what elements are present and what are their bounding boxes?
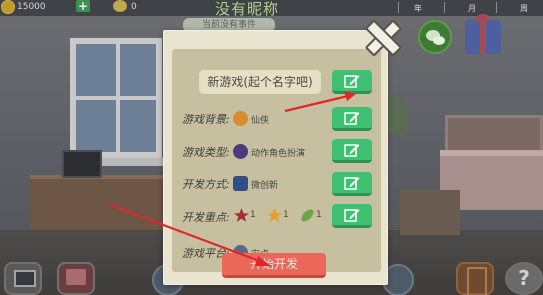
- edit-name-button[interactable]: [332, 70, 372, 94]
- divider: [398, 2, 399, 13]
- coin-icon: [1, 0, 15, 14]
- fan-icon: [113, 0, 127, 12]
- start-development-button[interactable]: 开始开发: [222, 253, 326, 278]
- type-label: 游戏类型:: [182, 146, 230, 159]
- gift-icon[interactable]: [465, 14, 501, 54]
- star-gold-icon: [267, 208, 282, 222]
- fan-count: 0: [131, 2, 137, 12]
- leaf-green-icon: [301, 209, 314, 222]
- sword-icon: [233, 111, 248, 126]
- dialog-panel: 新游戏(起个名字吧) 游戏背景: 仙侠 游戏类型: 动作角色扮演 开发方式: 微…: [172, 49, 381, 272]
- divider: [444, 2, 445, 13]
- gamepad-icon: [233, 144, 248, 159]
- album-button[interactable]: [57, 262, 95, 295]
- date-year: 年: [414, 4, 422, 13]
- wechat-icon[interactable]: [418, 20, 452, 54]
- type-value: 动作角色扮演: [251, 149, 306, 159]
- desk: [30, 175, 170, 230]
- add-money-button[interactable]: +: [76, 0, 90, 12]
- edit-background-button[interactable]: [332, 107, 372, 131]
- method-label: 开发方式:: [182, 178, 230, 191]
- close-dialog-button[interactable]: [365, 20, 399, 54]
- focus-value-3: 1: [316, 210, 322, 220]
- edit-icon: [344, 209, 360, 222]
- date-week: 周: [520, 4, 528, 13]
- computer-button[interactable]: [4, 262, 42, 295]
- edit-icon: [344, 144, 360, 157]
- method-value: 微创新: [251, 181, 279, 191]
- edit-method-button[interactable]: [332, 172, 372, 196]
- divider: [496, 2, 497, 13]
- background-label: 游戏背景:: [182, 113, 230, 126]
- door-button[interactable]: [456, 262, 494, 295]
- focus-label: 开发重点:: [182, 211, 230, 224]
- new-game-dialog: 新游戏(起个名字吧) 游戏背景: 仙侠 游戏类型: 动作角色扮演 开发方式: 微…: [163, 30, 388, 285]
- focus-value-1: 1: [250, 210, 256, 220]
- help-button[interactable]: ?: [505, 262, 543, 295]
- star-red-icon: [234, 208, 249, 222]
- game-name-field[interactable]: 新游戏(起个名字吧): [199, 70, 321, 94]
- monitor: [62, 150, 102, 178]
- edit-type-button[interactable]: [332, 139, 372, 163]
- room-window: [70, 38, 162, 158]
- top-bar: 15000 + 0 没有昵称 年 月 周: [0, 0, 543, 19]
- background-value: 仙侠: [251, 116, 270, 126]
- dresser: [400, 190, 460, 235]
- money-amount: 15000: [17, 2, 46, 12]
- edit-icon: [344, 112, 360, 125]
- focus-value-2: 1: [283, 210, 289, 220]
- edit-icon: [344, 75, 360, 88]
- date-month: 月: [468, 4, 476, 13]
- company-name[interactable]: 没有昵称: [215, 0, 279, 19]
- edit-icon: [344, 177, 360, 190]
- edit-focus-button[interactable]: [332, 204, 372, 228]
- monitor-icon: [233, 176, 248, 191]
